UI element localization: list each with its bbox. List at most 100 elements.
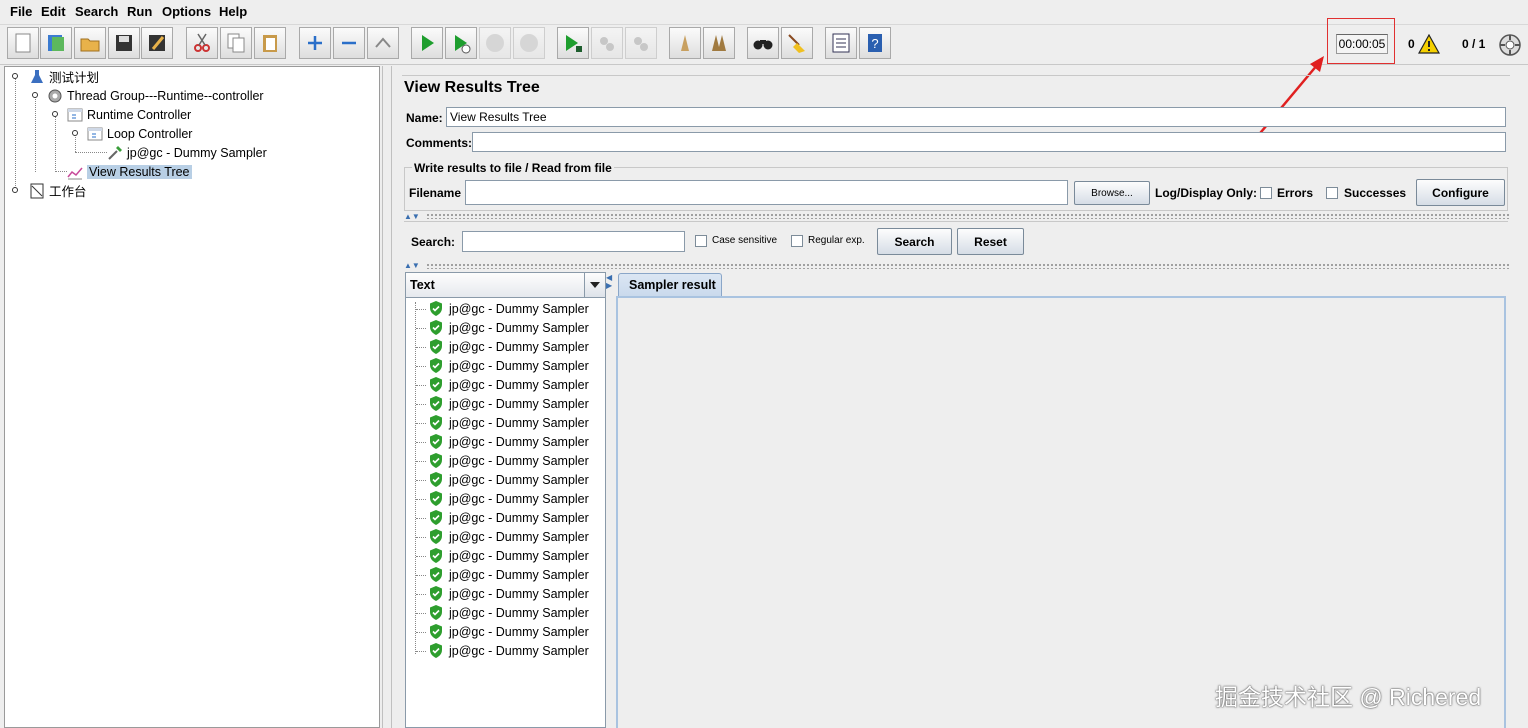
tree-node-workbench[interactable]: 工作台 — [29, 181, 87, 200]
paste-button[interactable] — [254, 27, 286, 59]
tree-node-dummy-sampler[interactable]: jp@gc - Dummy Sampler — [107, 143, 267, 162]
remote-shutdown-all-button[interactable] — [625, 27, 657, 59]
successes-label: Successes — [1344, 186, 1407, 200]
expand-handle-icon[interactable] — [71, 129, 79, 137]
result-item[interactable]: jp@gc - Dummy Sampler — [429, 299, 589, 318]
clear-all-button[interactable] — [703, 27, 735, 59]
renderer-select[interactable]: Text — [405, 272, 606, 298]
reset-search-button[interactable] — [781, 27, 813, 59]
expand-button[interactable] — [299, 27, 331, 59]
save-as-button[interactable] — [141, 27, 173, 59]
stop-button[interactable] — [479, 27, 511, 59]
divider-grip[interactable] — [426, 213, 1510, 219]
result-item-label: jp@gc - Dummy Sampler — [449, 301, 589, 316]
cut-icon — [194, 33, 210, 52]
clear-button[interactable] — [669, 27, 701, 59]
result-item[interactable]: jp@gc - Dummy Sampler — [429, 603, 589, 622]
success-shield-icon — [430, 643, 442, 658]
results-splitter[interactable]: ◀ ▶ — [606, 272, 614, 728]
menu-options[interactable]: Options — [162, 4, 211, 19]
filename-field[interactable] — [465, 180, 1068, 205]
result-item[interactable]: jp@gc - Dummy Sampler — [429, 622, 589, 641]
result-item[interactable]: jp@gc - Dummy Sampler — [429, 394, 589, 413]
result-item[interactable]: jp@gc - Dummy Sampler — [429, 584, 589, 603]
name-field[interactable]: View Results Tree — [446, 107, 1506, 127]
start-button[interactable] — [411, 27, 443, 59]
collapse-arrows-icon[interactable]: ▲▼ — [404, 261, 420, 270]
tree-node-runtime-controller[interactable]: Runtime Controller — [67, 105, 191, 124]
remote-stop-all-button[interactable] — [591, 27, 623, 59]
cut-button[interactable] — [186, 27, 218, 59]
open-button[interactable] — [74, 27, 106, 59]
dropdown-button[interactable] — [584, 273, 605, 297]
expand-handle-icon[interactable] — [51, 110, 59, 118]
tree-node-loop-controller[interactable]: Loop Controller — [87, 124, 192, 143]
templates-button[interactable] — [40, 27, 72, 59]
toggle-button[interactable] — [367, 27, 399, 59]
result-item[interactable]: jp@gc - Dummy Sampler — [429, 470, 589, 489]
result-item[interactable]: jp@gc - Dummy Sampler — [429, 356, 589, 375]
tree-node-view-results-tree[interactable]: View Results Tree — [67, 162, 192, 181]
copy-button[interactable] — [220, 27, 252, 59]
collapse-arrows-icon[interactable]: ▲▼ — [404, 212, 420, 221]
result-item-label: jp@gc - Dummy Sampler — [449, 605, 589, 620]
result-item[interactable]: jp@gc - Dummy Sampler — [429, 508, 589, 527]
successes-checkbox[interactable] — [1326, 187, 1338, 199]
result-item-label: jp@gc - Dummy Sampler — [449, 510, 589, 525]
menu-file[interactable]: File — [10, 4, 32, 19]
remote-status-icon[interactable] — [1498, 33, 1522, 57]
result-item[interactable]: jp@gc - Dummy Sampler — [429, 527, 589, 546]
gear-icon — [48, 89, 62, 102]
case-sensitive-checkbox[interactable] — [695, 235, 707, 247]
tab-sampler-result[interactable]: Sampler result — [618, 273, 722, 297]
expand-handle-icon[interactable] — [11, 72, 19, 80]
tree-node-thread-group[interactable]: Thread Group---Runtime--controller — [47, 86, 264, 105]
save-button[interactable] — [108, 27, 140, 59]
warning-icon[interactable] — [1418, 34, 1440, 54]
regex-checkbox[interactable] — [791, 235, 803, 247]
success-shield-icon — [430, 339, 442, 354]
start-no-pauses-button[interactable] — [445, 27, 477, 59]
menu-run[interactable]: Run — [127, 4, 152, 19]
success-shield-icon — [430, 624, 442, 639]
new-button[interactable] — [7, 27, 39, 59]
result-item[interactable]: jp@gc - Dummy Sampler — [429, 546, 589, 565]
result-item[interactable]: jp@gc - Dummy Sampler — [429, 432, 589, 451]
search-button[interactable]: Search — [877, 228, 952, 255]
success-shield-icon — [430, 510, 442, 525]
menu-help[interactable]: Help — [219, 4, 247, 19]
success-shield-icon — [430, 491, 442, 506]
function-helper-button[interactable] — [825, 27, 857, 59]
menu-search[interactable]: Search — [75, 4, 118, 19]
shutdown-button[interactable] — [513, 27, 545, 59]
menu-edit[interactable]: Edit — [41, 4, 66, 19]
result-item[interactable]: jp@gc - Dummy Sampler — [429, 451, 589, 470]
expand-handle-icon[interactable] — [31, 91, 39, 99]
result-item[interactable]: jp@gc - Dummy Sampler — [429, 318, 589, 337]
result-item-label: jp@gc - Dummy Sampler — [449, 377, 589, 392]
result-item[interactable]: jp@gc - Dummy Sampler — [429, 375, 589, 394]
result-item[interactable]: jp@gc - Dummy Sampler — [429, 641, 589, 660]
search-field[interactable] — [462, 231, 685, 252]
configure-button[interactable]: Configure — [1416, 179, 1505, 206]
new-icon — [15, 33, 31, 53]
reset-button[interactable]: Reset — [957, 228, 1024, 255]
remote-start-all-icon — [566, 35, 582, 52]
split-pane-divider[interactable] — [382, 66, 392, 728]
result-item-label: jp@gc - Dummy Sampler — [449, 358, 589, 373]
browse-button[interactable]: Browse... — [1074, 181, 1150, 205]
comments-field[interactable] — [472, 132, 1506, 152]
help-button[interactable]: ? — [859, 27, 891, 59]
collapse-button[interactable] — [333, 27, 365, 59]
result-item[interactable]: jp@gc - Dummy Sampler — [429, 565, 589, 584]
open-icon — [80, 38, 100, 52]
errors-checkbox[interactable] — [1260, 187, 1272, 199]
search-button[interactable] — [747, 27, 779, 59]
result-item[interactable]: jp@gc - Dummy Sampler — [429, 413, 589, 432]
result-item[interactable]: jp@gc - Dummy Sampler — [429, 489, 589, 508]
expand-handle-icon[interactable] — [11, 186, 19, 194]
divider-grip[interactable] — [426, 263, 1510, 269]
result-item[interactable]: jp@gc - Dummy Sampler — [429, 337, 589, 356]
tree-node-test-plan[interactable]: 测试计划 — [29, 67, 99, 86]
remote-start-all-button[interactable] — [557, 27, 589, 59]
